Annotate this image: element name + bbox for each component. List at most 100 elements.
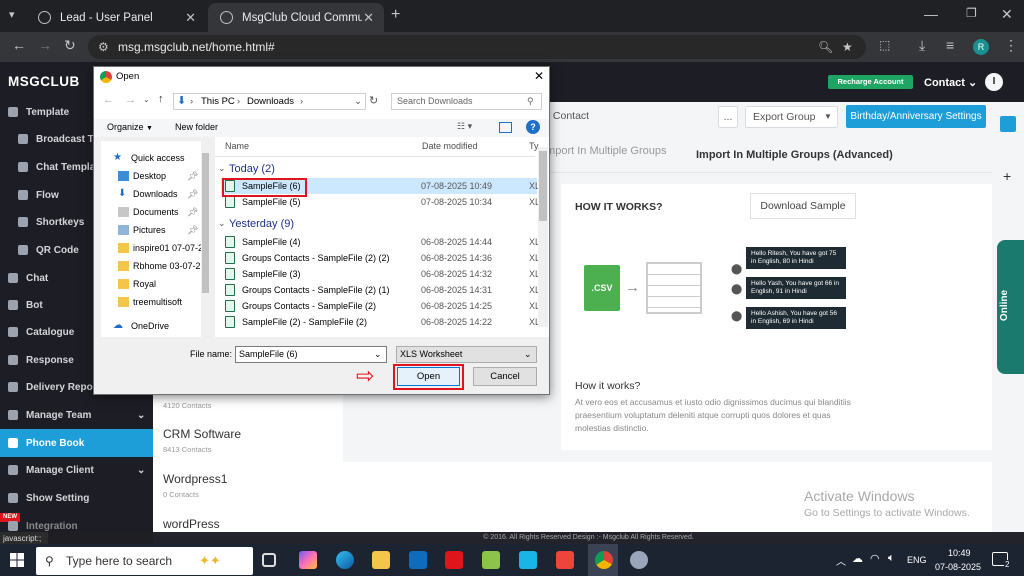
scroll-thumb[interactable]: [202, 153, 209, 293]
plus-icon[interactable]: +: [1003, 168, 1011, 184]
restore-icon[interactable]: ❐: [966, 6, 977, 20]
organize-button[interactable]: Organize ▼: [107, 122, 153, 132]
recharge-account-button[interactable]: Recharge Account: [828, 75, 913, 89]
chevron-down-icon[interactable]: ⌄: [354, 94, 362, 109]
contact-menu[interactable]: Contact ⌄: [924, 76, 977, 89]
nav-downloads[interactable]: ⬇ Downloads 📌︎: [101, 185, 209, 203]
download-icon[interactable]: ⤓: [919, 37, 925, 54]
close-tab-icon[interactable]: ✕: [363, 10, 374, 26]
tray-chevron-icon[interactable]: ︿: [836, 553, 846, 568]
file-name-input[interactable]: SampleFile (6) ⌄: [235, 346, 387, 363]
expand-icon[interactable]: [1000, 116, 1016, 132]
forward-icon[interactable]: →: [38, 37, 52, 53]
file-explorer-icon[interactable]: [372, 551, 390, 569]
outlook-icon[interactable]: [409, 551, 427, 569]
network-app-icon[interactable]: [519, 551, 537, 569]
back-icon[interactable]: ←: [12, 37, 26, 53]
view-options-icon[interactable]: ☷ ▾: [457, 121, 472, 132]
crumb-downloads[interactable]: Downloads: [247, 94, 294, 109]
wps-icon[interactable]: [445, 551, 463, 569]
tab-multiple-groups[interactable]: Import In Multiple Groups: [543, 145, 667, 157]
windows-start-icon[interactable]: [10, 553, 24, 567]
nav-desktop[interactable]: Desktop 📌︎: [101, 167, 209, 185]
crumb-this-pc[interactable]: This PC: [201, 94, 235, 109]
extensions-icon[interactable]: ⬚: [879, 38, 890, 52]
tab-search-icon[interactable]: ▾: [9, 8, 15, 21]
file-row[interactable]: SampleFile (2) - SampleFile (2) 06-08-202…: [221, 314, 540, 330]
language-indicator[interactable]: ENG: [907, 555, 927, 565]
notepad-icon[interactable]: [482, 551, 500, 569]
close-window-icon[interactable]: ✕: [1001, 6, 1013, 23]
media-icon[interactable]: ≡: [946, 37, 954, 53]
up-icon[interactable]: ↑: [158, 93, 164, 105]
sidebar-item-manage-client[interactable]: Manage Client ⌄: [0, 459, 153, 481]
open-button[interactable]: Open: [397, 367, 460, 386]
group-name[interactable]: Wordpress1: [163, 472, 227, 486]
group-name[interactable]: wordPress: [163, 517, 220, 531]
task-view-icon[interactable]: [262, 553, 276, 567]
group-yesterday[interactable]: ⌄ Yesterday (9): [218, 218, 294, 230]
nav-folder-treemultisoft[interactable]: treemultisoft: [101, 293, 209, 311]
minimize-icon[interactable]: —: [924, 6, 938, 22]
anydesk-icon[interactable]: [556, 551, 574, 569]
back-icon[interactable]: ←: [103, 94, 114, 106]
nav-onedrive[interactable]: ☁ OneDrive: [101, 317, 209, 335]
file-type-select[interactable]: XLS Worksheet ⌄: [396, 346, 537, 363]
file-row[interactable]: Groups Contacts - SampleFile (2) (2) 06-0…: [221, 250, 540, 266]
online-chat-tab[interactable]: Online: [997, 240, 1024, 374]
taskbar-search-input[interactable]: ⚲ Type here to search ✦✦: [36, 547, 253, 575]
file-list-scrollbar[interactable]: [538, 147, 548, 327]
breadcrumb[interactable]: ⬇ › This PC › Downloads › ⌄: [173, 93, 366, 110]
nav-pictures[interactable]: Pictures 📌︎: [101, 221, 209, 239]
chrome-icon[interactable]: [595, 551, 613, 569]
profile-avatar[interactable]: R: [973, 39, 989, 55]
help-icon[interactable]: ?: [526, 120, 540, 134]
sidebar-item-phone-book[interactable]: Phone Book: [0, 429, 153, 457]
copilot-icon[interactable]: [299, 551, 317, 569]
clock-time[interactable]: 10:49: [948, 548, 971, 558]
column-date[interactable]: Date modified: [422, 141, 478, 151]
tab-multiple-groups-advanced[interactable]: Import In Multiple Groups (Advanced): [696, 149, 893, 161]
paint-icon[interactable]: [630, 551, 648, 569]
scroll-thumb[interactable]: [539, 151, 547, 221]
birthday-settings-button[interactable]: Birthday/Anniversary Settings: [846, 105, 986, 128]
user-avatar[interactable]: I: [985, 73, 1003, 91]
nav-quick-access[interactable]: ★ Quick access: [101, 149, 209, 167]
download-sample-button[interactable]: Download Sample: [750, 193, 856, 219]
file-row[interactable]: SampleFile (4) 06-08-2025 14:44 XL: [221, 234, 540, 250]
recent-dropdown-icon[interactable]: ⌄: [143, 95, 150, 104]
zoom-icon[interactable]: 🔍︎: [818, 35, 833, 59]
nav-folder-royal[interactable]: Royal: [101, 275, 209, 293]
bookmark-star-icon[interactable]: ★: [842, 35, 853, 59]
menu-icon[interactable]: ⋮: [1004, 37, 1018, 54]
tab-msgclub[interactable]: MsgClub Cloud Communicatio ✕: [208, 3, 384, 32]
nav-scrollbar[interactable]: [201, 141, 210, 337]
site-info-icon[interactable]: ⚙: [98, 35, 109, 59]
cancel-button[interactable]: Cancel: [473, 367, 537, 386]
export-group-button[interactable]: Export Group ▼: [745, 106, 838, 128]
forward-icon[interactable]: →: [125, 94, 136, 106]
column-name[interactable]: Name: [225, 141, 249, 151]
file-row[interactable]: Groups Contacts - SampleFile (2) 06-08-20…: [221, 298, 540, 314]
reload-icon[interactable]: ↻: [64, 37, 76, 54]
nav-documents[interactable]: Documents 📌︎: [101, 203, 209, 221]
sidebar-item-manage-team[interactable]: Manage Team ⌄: [0, 404, 153, 426]
chevron-down-icon[interactable]: ⌄: [374, 347, 382, 362]
nav-folder-rbhome[interactable]: Rbhome 03-07-2: [101, 257, 209, 275]
wifi-icon[interactable]: ◠: [870, 552, 880, 565]
clock-date[interactable]: 07-08-2025: [935, 562, 981, 572]
preview-pane-icon[interactable]: [499, 122, 512, 133]
file-row[interactable]: SampleFile (3) 06-08-2025 14:32 XL: [221, 266, 540, 282]
dialog-close-icon[interactable]: ✕: [534, 69, 544, 83]
volume-icon[interactable]: 🔈︎: [888, 552, 895, 565]
dialog-search-input[interactable]: Search Downloads ⚲: [391, 93, 542, 110]
url-bar[interactable]: ⚙ msg.msgclub.net/home.html# 🔍︎ ★: [88, 35, 866, 59]
new-folder-button[interactable]: New folder: [175, 122, 218, 132]
tab-lead-user-panel[interactable]: Lead - User Panel ✕: [26, 3, 206, 32]
new-tab-icon[interactable]: +: [391, 6, 400, 24]
file-row[interactable]: Groups Contacts - SampleFile (2) (1) 06-0…: [221, 282, 540, 298]
refresh-icon[interactable]: ↻: [369, 94, 378, 107]
contact-button[interactable]: Contact: [550, 106, 592, 127]
nav-folder-inspire[interactable]: inspire01 07-07-2: [101, 239, 209, 257]
group-today[interactable]: ⌄ Today (2): [218, 163, 275, 175]
